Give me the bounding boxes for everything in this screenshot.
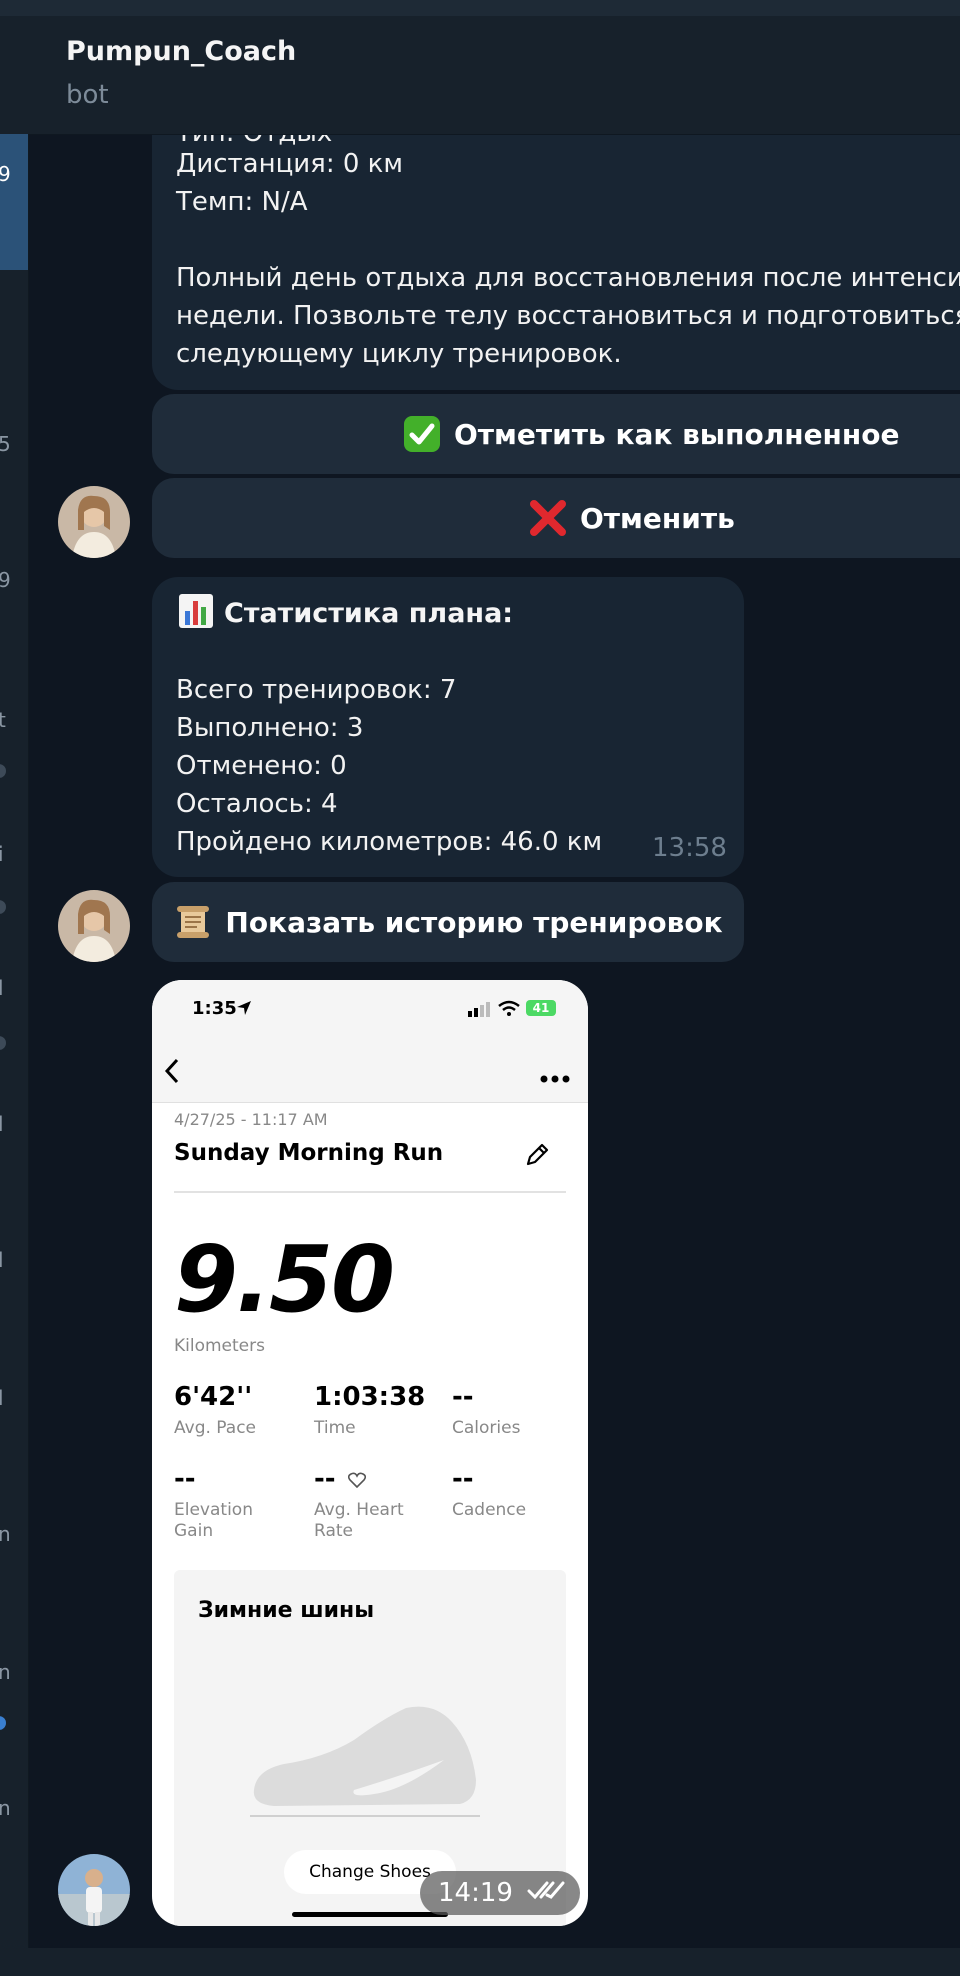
run-distance: 9.50 <box>174 1226 395 1333</box>
stats-line: Осталось: 4 <box>176 789 338 819</box>
run-title: Sunday Morning Run <box>174 1140 444 1166</box>
chat-list-fragment: n <box>0 1796 11 1820</box>
read-receipt-double-check-icon <box>527 1878 567 1908</box>
divider <box>174 1191 566 1193</box>
metric-value: 1:03:38 <box>314 1382 426 1412</box>
pencil-icon <box>524 1142 550 1172</box>
stats-line: Выполнено: 3 <box>176 713 364 743</box>
heart-outline-icon <box>347 1472 367 1492</box>
stats-line: Пройдено километров: 46.0 км <box>176 827 603 857</box>
chat-list-fragment: t <box>0 708 6 732</box>
workout-pace-line: Темп: N/A <box>176 187 308 217</box>
chat-list-fragment: l <box>0 1112 4 1136</box>
metric-value: -- <box>174 1464 196 1494</box>
unread-badge <box>0 764 6 778</box>
metric-value: 6'42'' <box>174 1382 253 1412</box>
user-avatar[interactable] <box>58 1854 130 1926</box>
scroll-emoji-icon <box>173 902 213 942</box>
selected-chat-highlight[interactable]: 9 <box>0 134 28 270</box>
chat-list-fragment: n <box>0 1522 11 1546</box>
run-date: 4/27/25 - 11:17 AM <box>174 1110 328 1129</box>
check-mark-emoji-icon <box>402 414 442 454</box>
chat-list-fragment: 9 <box>0 568 11 592</box>
metric-label: Avg. Heart Rate <box>314 1500 404 1541</box>
phone-status-bar: 1:35 41 <box>152 980 588 1040</box>
show-history-label: Показать историю тренировок <box>225 905 723 939</box>
bot-avatar[interactable] <box>58 486 130 558</box>
metric-label: Avg. Pace <box>174 1418 257 1438</box>
cross-mark-emoji-icon <box>528 498 568 538</box>
cancel-workout-label: Отменить <box>580 501 735 535</box>
workout-description-line: следующему циклу тренировок. <box>176 339 622 369</box>
cancel-workout-button[interactable]: Отменить <box>152 478 960 558</box>
photo-timestamp: 14:19 <box>420 1871 580 1915</box>
metric-label: Time <box>314 1418 356 1438</box>
stats-message-bubble: Статистика плана: Всего тренировок: 7 Вы… <box>152 577 744 877</box>
workout-screenshot-photo[interactable]: 1:35 41 4/27/25 - 11:17 AM Sunday Mornin… <box>152 980 588 1926</box>
unread-badge <box>0 1716 6 1730</box>
phone-nav-bar <box>152 1040 588 1103</box>
chat-list-fragment: n <box>0 1660 11 1684</box>
metric-label: Cadence <box>452 1500 527 1520</box>
workout-distance-line: Дистанция: 0 км <box>176 149 403 179</box>
stats-line: Отменено: 0 <box>176 751 347 781</box>
bot-avatar[interactable] <box>58 890 130 962</box>
home-indicator <box>292 1912 448 1917</box>
chat-list-fragment: l <box>0 976 4 1000</box>
metric-label: Calories <box>452 1418 521 1438</box>
unread-badge <box>0 1036 6 1050</box>
stats-heading-row: Статистика плана: <box>178 593 513 633</box>
wifi-icon <box>498 1000 520 1020</box>
window-top-strip <box>0 0 960 16</box>
metric-value: -- <box>452 1464 474 1494</box>
mark-complete-button[interactable]: Отметить как выполненное <box>152 394 960 474</box>
chat-list-edge[interactable]: 9 5 9 t i l l l l n n n <box>0 0 29 1976</box>
composer-bar-edge <box>28 1948 960 1976</box>
back-chevron-icon <box>162 1056 182 1090</box>
phone-time: 1:35 <box>192 998 237 1019</box>
shoe-icon <box>244 1700 484 1824</box>
workout-description-line: недели. Позвольте телу восстановиться и … <box>176 301 960 331</box>
unread-badge <box>0 900 6 914</box>
chat-list-fragment: 5 <box>0 432 11 456</box>
show-history-button[interactable]: Показать историю тренировок <box>152 882 744 962</box>
workout-description-line: Полный день отдыха для восстановления по… <box>176 263 960 293</box>
chat-list-fragment: l <box>0 1248 4 1272</box>
metric-label: Elevation Gain <box>174 1500 253 1541</box>
shoes-title: Зимние шины <box>198 1598 375 1623</box>
battery-icon: 41 <box>526 1000 556 1016</box>
chat-list-fragment: 9 <box>0 162 11 186</box>
chat-list-fragment: i <box>0 842 4 866</box>
chat-title[interactable]: Pumpun_Coach <box>66 36 296 67</box>
chat-subtitle: bot <box>66 80 109 110</box>
photo-time-text: 14:19 <box>438 1878 513 1908</box>
stats-line: Всего тренировок: 7 <box>176 675 457 705</box>
metric-value: -- <box>452 1382 474 1412</box>
chat-list-fragment: l <box>0 1386 4 1410</box>
mark-complete-label: Отметить как выполненное <box>454 417 900 451</box>
signal-icon <box>468 1001 492 1021</box>
stats-heading: Статистика плана: <box>224 597 514 629</box>
location-arrow-icon <box>236 1000 252 1020</box>
distance-unit: Kilometers <box>174 1336 265 1356</box>
metric-value: -- <box>314 1464 336 1494</box>
bar-chart-emoji-icon <box>178 593 214 633</box>
stats-timestamp: 13:58 <box>652 833 727 863</box>
chat-header-overlay[interactable]: Pumpun_Coach bot <box>28 16 960 135</box>
more-dots-icon <box>540 1068 570 1087</box>
